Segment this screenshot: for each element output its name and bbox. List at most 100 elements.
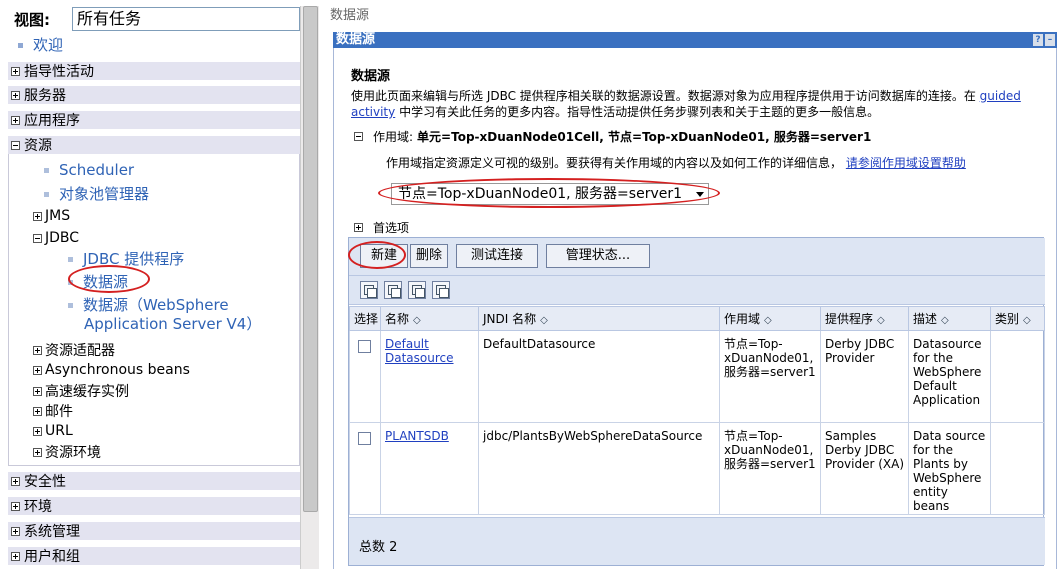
col-name[interactable]: 名称 ◇ xyxy=(380,306,479,331)
portlet-title: 数据源 xyxy=(336,32,376,47)
manage-state-button[interactable]: 管理状态... xyxy=(546,244,650,268)
jndi-cell: jdbc/PlantsByWebSphereDataSource xyxy=(478,422,720,515)
nav-node-mail[interactable]: 邮件 xyxy=(33,401,73,421)
nav-category-resources[interactable]: 资源 xyxy=(8,136,300,154)
nav-item-jdbc-provider[interactable]: JDBC 提供程序 xyxy=(68,248,184,269)
delete-button[interactable]: 删除 xyxy=(410,244,448,268)
sort-icon[interactable]: ◇ xyxy=(764,315,772,326)
breadcrumb: 数据源 xyxy=(330,8,370,23)
col-select: 选择 xyxy=(349,306,381,331)
column-label: 类别 xyxy=(995,312,1020,326)
nav-category-users[interactable]: 用户和组 xyxy=(8,547,300,565)
column-label: 作用域 xyxy=(724,312,761,326)
sort-icon[interactable]: ◇ xyxy=(877,315,885,326)
description-tail: 中学习有关此任务的更多内容。指导性活动提供任务步骤列表和关于主题的更多一般信息。 xyxy=(399,105,880,119)
edit-filter-icon[interactable] xyxy=(432,281,450,299)
nav-scrollbar[interactable] xyxy=(300,6,319,569)
category-label: 指导性活动 xyxy=(24,64,94,80)
sort-icon[interactable]: ◇ xyxy=(941,315,949,326)
filter-icon[interactable] xyxy=(408,281,426,299)
guided-activity-link-2[interactable]: activity xyxy=(351,105,395,119)
nav-item-objpool[interactable]: 对象池管理器 xyxy=(44,183,149,204)
nav-category-servers[interactable]: 服务器 xyxy=(8,86,300,104)
datasource-name-link[interactable]: Default Datasource xyxy=(385,337,454,365)
nav-node-adapters[interactable]: 资源适配器 xyxy=(33,340,115,360)
nav-category-security[interactable]: 安全性 xyxy=(8,472,300,490)
scrollbar-thumb[interactable] xyxy=(303,6,318,512)
bullet-icon xyxy=(68,257,73,262)
nav-node-cache[interactable]: 高速缓存实例 xyxy=(33,381,129,401)
category-label: 资源 xyxy=(24,138,52,154)
provider-cell: Samples Derby JDBC Provider (XA) xyxy=(820,422,909,515)
nav-category-sysadmin[interactable]: 系统管理 xyxy=(8,522,300,540)
col-jndi[interactable]: JNDI 名称 ◇ xyxy=(478,306,720,331)
datasource-name-link[interactable]: PLANTSDB xyxy=(385,429,449,443)
table-header-row: 选择 名称 ◇ JNDI 名称 ◇ 作用域 ◇ 提供程序 ◇ 描述 ◇ 类别 ◇ xyxy=(349,306,1045,331)
scope-cell: 节点=Top-xDuanNode01, 服务器=server1 xyxy=(719,422,821,515)
desc-cell: Datasource for the WebSphere Default App… xyxy=(908,330,991,423)
deselect-all-icon[interactable] xyxy=(384,281,402,299)
node-label: 资源环境 xyxy=(45,445,101,461)
nav-item-scheduler[interactable]: Scheduler xyxy=(44,161,134,179)
scope-section[interactable]: 作用域: 单元=Top-xDuanNode01Cell, 节点=Top-xDua… xyxy=(351,128,871,145)
category-label: 用户和组 xyxy=(24,549,80,565)
description-text: 使用此页面来编辑与所选 JDBC 提供程序相关联的数据源设置。数据源对象为应用程… xyxy=(351,89,976,103)
expand-icon xyxy=(11,66,20,76)
nav-item-datasource-v4-line2[interactable]: Application Server V4） xyxy=(84,313,261,334)
nav-item-datasource-v4[interactable]: 数据源（WebSphere xyxy=(68,294,229,315)
expand-icon[interactable] xyxy=(354,223,363,232)
category-label: 应用程序 xyxy=(24,113,80,129)
view-label: 视图: xyxy=(14,10,50,29)
col-desc[interactable]: 描述 ◇ xyxy=(908,306,991,331)
sort-icon[interactable]: ◇ xyxy=(413,315,421,326)
nav-category-guided[interactable]: 指导性活动 xyxy=(8,62,300,80)
item-label: JDBC 提供程序 xyxy=(83,250,185,268)
category-label: 系统管理 xyxy=(24,524,80,540)
provider-cell: Derby JDBC Provider xyxy=(820,330,909,423)
expand-icon xyxy=(33,211,42,221)
nav-node-resenv[interactable]: 资源环境 xyxy=(33,442,101,462)
col-scope[interactable]: 作用域 ◇ xyxy=(719,306,821,331)
nav-welcome-link[interactable]: 欢迎 xyxy=(18,34,63,55)
page-title: 数据源 xyxy=(351,69,391,84)
node-label: URL xyxy=(45,423,73,439)
expand-icon xyxy=(11,526,20,536)
guided-activity-link[interactable]: guided xyxy=(980,89,1021,103)
column-label: 描述 xyxy=(913,312,938,326)
minimize-button[interactable]: – xyxy=(1045,34,1055,46)
item-label: 数据源 xyxy=(83,273,129,291)
expand-icon xyxy=(33,426,42,436)
row-checkbox[interactable] xyxy=(358,432,371,445)
new-button[interactable]: 新建 xyxy=(360,244,408,268)
nav-category-environment[interactable]: 环境 xyxy=(8,497,300,515)
help-button[interactable]: ? xyxy=(1033,34,1043,46)
test-connection-button[interactable]: 测试连接 xyxy=(456,244,538,268)
page-description: 使用此页面来编辑与所选 JDBC 提供程序相关联的数据源设置。数据源对象为应用程… xyxy=(351,88,1051,120)
sort-icon[interactable]: ◇ xyxy=(540,315,548,326)
col-category[interactable]: 类别 ◇ xyxy=(990,306,1045,331)
item-label: 对象池管理器 xyxy=(59,185,150,203)
sort-icon[interactable]: ◇ xyxy=(1023,315,1031,326)
scope-dropdown[interactable]: 节点=Top-xDuanNode01, 服务器=server1 xyxy=(391,183,709,205)
preferences-section[interactable]: 首选项 xyxy=(351,219,409,236)
column-label: JNDI 名称 xyxy=(483,312,537,326)
expand-icon xyxy=(33,406,42,416)
category-cell xyxy=(990,330,1045,423)
nav-node-jms[interactable]: JMS xyxy=(33,208,70,224)
node-label: 资源适配器 xyxy=(45,343,115,359)
expand-icon xyxy=(11,551,20,561)
collapse-icon[interactable] xyxy=(354,132,363,141)
select-all-icon[interactable] xyxy=(360,281,378,299)
nav-category-apps[interactable]: 应用程序 xyxy=(8,111,300,129)
view-select[interactable]: 所有任务 xyxy=(72,7,300,31)
nav-node-url[interactable]: URL xyxy=(33,423,73,439)
nav-node-jdbc[interactable]: JDBC xyxy=(33,230,79,246)
scope-dropdown-value: 节点=Top-xDuanNode01, 服务器=server1 xyxy=(398,186,683,202)
nav-item-datasource[interactable]: 数据源 xyxy=(68,271,128,292)
scope-help-link[interactable]: 请参阅作用域设置帮助 xyxy=(846,156,966,170)
row-checkbox[interactable] xyxy=(358,340,371,353)
scope-help-text: 作用域指定资源定义可视的级别。要获得有关作用域的内容以及如何工作的详细信息， xyxy=(386,156,843,170)
select-cell xyxy=(349,422,381,515)
nav-node-async[interactable]: Asynchronous beans xyxy=(33,362,190,378)
col-provider[interactable]: 提供程序 ◇ xyxy=(820,306,909,331)
